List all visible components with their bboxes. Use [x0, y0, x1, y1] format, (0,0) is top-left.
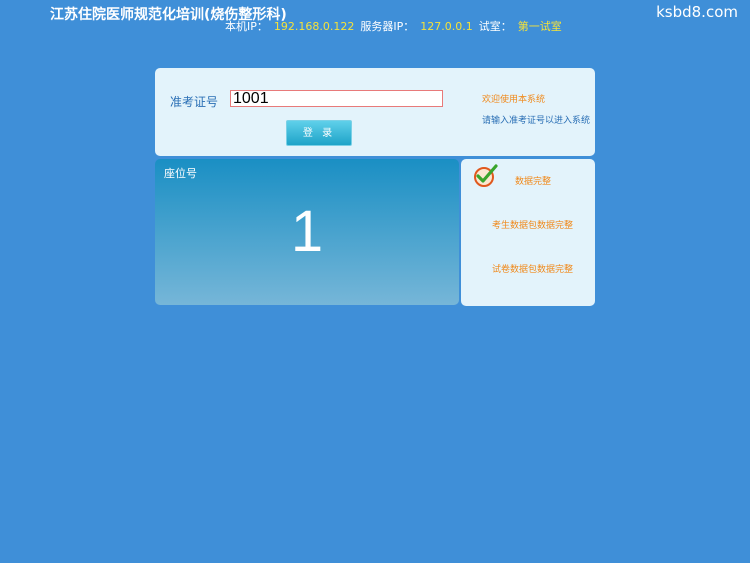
- server-ip-value: 127.0.0.1: [420, 20, 473, 33]
- data-complete-status: 数据完整: [515, 177, 552, 187]
- server-ip-label: 服务器IP：: [360, 20, 415, 33]
- local-ip-label: 本机IP：: [225, 20, 268, 33]
- check-icon: [474, 164, 498, 187]
- paper-package-status: 试卷数据包数据完整: [492, 265, 574, 275]
- ticket-number-label: 准考证号: [170, 95, 219, 109]
- login-button[interactable]: 登 录: [286, 120, 352, 146]
- candidate-package-status: 考生数据包数据完整: [492, 221, 574, 231]
- seat-panel: 座位号 1: [155, 159, 459, 305]
- site-watermark: ksbd8.com: [656, 3, 738, 21]
- seat-number: 1: [290, 199, 324, 264]
- data-status-panel: 数据完整 考生数据包数据完整 试卷数据包数据完整: [461, 159, 595, 306]
- room-label: 试室：: [478, 20, 512, 33]
- welcome-text: 欢迎使用本系统: [482, 95, 546, 105]
- local-ip-value: 192.168.0.122: [273, 20, 355, 33]
- connection-info-bar: 本机IP： 192.168.0.122 服务器IP： 127.0.0.1 试室： 第一试室: [225, 18, 568, 34]
- ticket-number-input[interactable]: [230, 90, 443, 107]
- seat-number-label: 座位号: [164, 167, 197, 180]
- login-card: 准考证号 登 录 欢迎使用本系统 请输入准考证号以进入系统: [155, 68, 595, 156]
- login-prompt-text: 请输入准考证号以进入系统: [482, 116, 591, 126]
- room-value: 第一试室: [517, 20, 562, 33]
